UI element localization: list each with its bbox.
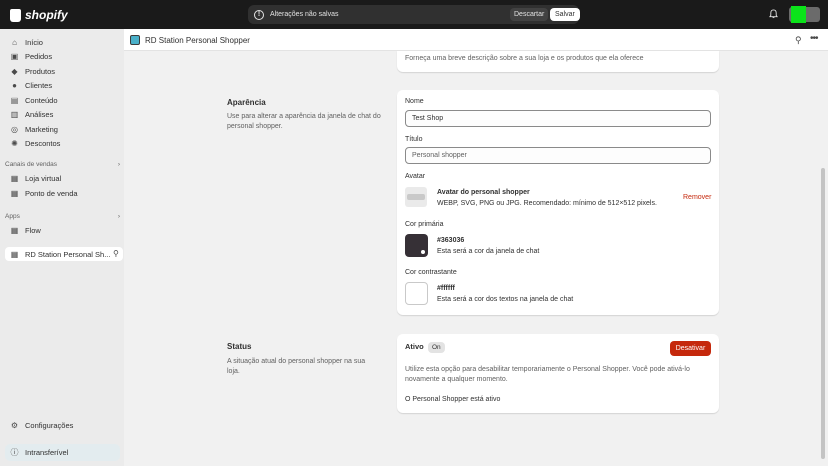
store-icon: ▦: [10, 174, 19, 183]
shopify-logo[interactable]: shopify: [10, 8, 68, 22]
avatar-label: Avatar: [405, 173, 426, 180]
sidebar-item-conteudo[interactable]: ▤ Conteúdo: [10, 96, 58, 105]
unsaved-message: Alterações não salvas: [270, 11, 339, 18]
sidebar-item-label: Flow: [25, 226, 41, 235]
user-avatar[interactable]: [789, 6, 820, 23]
contrast-color-value: #ffffff: [437, 285, 455, 292]
sidebar-item-label: Início: [25, 38, 43, 47]
gear-icon: ⚙: [10, 421, 19, 430]
app-icon: [130, 35, 140, 45]
primary-color-label: Cor primária: [405, 221, 444, 228]
active-label: Ativo: [405, 342, 424, 351]
chevron-right-icon: ›: [117, 161, 120, 168]
title-label: Título: [405, 136, 423, 143]
plan-card-content[interactable]: ⓘ Intransferível: [10, 448, 69, 457]
sidebar-item-inicio[interactable]: ⌂ Início: [10, 38, 43, 47]
shopify-bag-icon: [10, 8, 21, 22]
contrast-color-label: Cor contrastante: [405, 269, 457, 276]
sidebar-item-label: Conteúdo: [25, 96, 58, 105]
status-state-text: O Personal Shopper está ativo: [405, 396, 501, 403]
name-label: Nome: [405, 98, 424, 105]
target-icon: ◎: [11, 125, 18, 134]
sidebar-item-label: Produtos: [25, 67, 56, 76]
flow-icon: ▦: [10, 226, 19, 235]
sidebar-item-label: Descontos: [25, 139, 61, 148]
status-info-text: Utilize esta opção para desabilitar temp…: [405, 366, 690, 383]
bell-icon[interactable]: [769, 9, 778, 19]
sidebar-item-loja-virtual[interactable]: ▦ Loja virtual: [10, 174, 62, 183]
sidebar-item-descontos[interactable]: ✺ Descontos: [10, 139, 60, 148]
discard-button[interactable]: Descartar: [510, 8, 549, 21]
avatar-format-hint: WEBP, SVG, PNG ou JPG. Recomendado: míni…: [437, 200, 657, 207]
sidebar-item-analises[interactable]: ▥ Análises: [10, 110, 54, 119]
sidebar-item-marketing[interactable]: ◎ Marketing: [10, 125, 58, 134]
app-title: RD Station Personal Shopper: [145, 36, 250, 45]
sidebar-item-clientes[interactable]: ● Clientes: [10, 81, 52, 90]
plan-label: Intransferível: [25, 448, 69, 457]
appearance-title: Aparência: [227, 98, 266, 107]
description-helper-text: Forneça uma breve descrição sobre a sua …: [405, 55, 644, 62]
sidebar-item-ponto-de-venda[interactable]: ▦ Ponto de venda: [10, 189, 78, 198]
status-title: Status: [227, 342, 252, 351]
discount-icon: ✺: [11, 139, 18, 148]
appearance-description: Use para alterar a aparência da janela d…: [227, 113, 381, 130]
sidebar-item-label: RD Station Personal Sh...: [25, 250, 111, 259]
pin-icon[interactable]: ⚲: [113, 249, 119, 258]
info-icon: ⓘ: [10, 448, 19, 457]
primary-color-swatch[interactable]: [405, 234, 428, 257]
sidebar-item-label: Pedidos: [25, 52, 53, 61]
sidebar-item-configuracoes[interactable]: ⚙ Configurações: [10, 421, 73, 430]
pin-icon[interactable]: ⚲: [795, 35, 802, 46]
inbox-icon: ▣: [10, 52, 19, 61]
deactivate-button[interactable]: Desativar: [670, 341, 711, 356]
tag-icon: ◆: [11, 67, 18, 76]
unsaved-changes-bar: ! Alterações não salvas Descartar Salvar: [248, 5, 580, 24]
primary-color-value: #363036: [437, 237, 465, 244]
person-icon: ●: [12, 81, 17, 90]
chart-icon: ▥: [10, 110, 19, 119]
sidebar-item-label: Loja virtual: [25, 174, 62, 183]
status-badge: On: [428, 342, 445, 353]
pos-icon: ▦: [10, 189, 19, 198]
sidebar-item-pedidos[interactable]: ▣ Pedidos: [10, 52, 52, 61]
status-description: A situação atual do personal shopper na …: [227, 358, 366, 375]
name-input[interactable]: Test Shop: [405, 110, 711, 127]
image-placeholder-icon: [407, 194, 425, 200]
apps-heading[interactable]: Apps ›: [5, 213, 120, 220]
sidebar-item-flow[interactable]: ▦ Flow: [10, 226, 41, 235]
avatar-title: Avatar do personal shopper: [437, 189, 530, 196]
contrast-color-swatch[interactable]: [405, 282, 428, 305]
scrollbar[interactable]: [821, 168, 825, 459]
brand-name: shopify: [25, 8, 68, 22]
sidebar-item-label: Clientes: [25, 81, 53, 90]
remove-avatar-button[interactable]: Remover: [683, 194, 711, 201]
sales-channels-heading[interactable]: Canais de vendas ›: [5, 161, 120, 168]
primary-color-description: Esta será a cor da janela de chat: [437, 248, 540, 255]
alert-icon: !: [254, 9, 264, 20]
sidebar-item-rd-station-content[interactable]: ▦ RD Station Personal Sh...: [10, 250, 111, 259]
sidebar-item-label: Configurações: [25, 421, 74, 430]
avatar-preview[interactable]: [405, 187, 427, 207]
save-button[interactable]: Salvar: [550, 8, 580, 21]
app-icon: ▦: [10, 250, 19, 259]
sidebar-item-label: Ponto de venda: [25, 189, 78, 198]
contrast-color-description: Esta será a cor dos textos na janela de …: [437, 296, 574, 303]
sidebar-item-label: Análises: [25, 110, 54, 119]
sidebar-item-label: Marketing: [25, 125, 58, 134]
chevron-right-icon: ›: [117, 213, 120, 220]
content-icon: ▤: [10, 96, 19, 105]
home-icon: ⌂: [12, 38, 17, 47]
more-options-icon[interactable]: •••: [810, 33, 818, 44]
sidebar-item-produtos[interactable]: ◆ Produtos: [10, 67, 55, 76]
top-bar: shopify ! Alterações não salvas Descarta…: [0, 0, 828, 29]
title-input[interactable]: Personal shopper: [405, 147, 711, 164]
